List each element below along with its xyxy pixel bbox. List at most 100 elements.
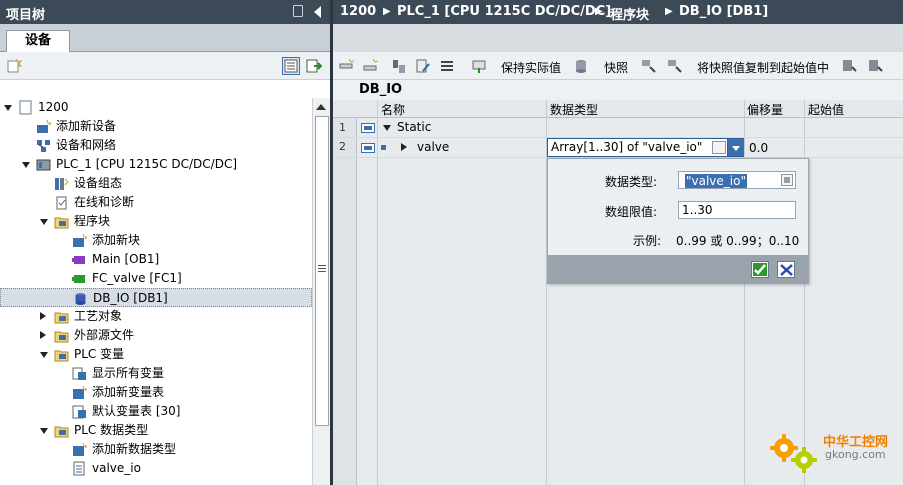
breadcrumb-arrow-icon: ▶ (665, 6, 673, 17)
tree-item[interactable]: valve_io (0, 459, 312, 478)
datatype-field[interactable]: Array[1..30] of "valve_io" (547, 138, 744, 157)
edit-icon[interactable] (415, 58, 431, 74)
chevron-down-icon[interactable] (4, 105, 12, 111)
browse-icon[interactable] (712, 141, 726, 154)
tree-item[interactable]: 程序块 (0, 212, 312, 231)
chevron-down-icon[interactable] (40, 352, 48, 358)
tree-item[interactable]: 外部源文件 (0, 326, 312, 345)
tab-devices[interactable]: 设备 (6, 30, 70, 53)
tree-item-label: 设备和网络 (56, 138, 117, 152)
collapse-arrow-icon[interactable] (401, 143, 407, 151)
tree-item[interactable]: Main [OB1] (0, 250, 312, 269)
project-icon (19, 100, 32, 115)
column-header-start-value[interactable]: 起始值 (808, 101, 844, 118)
collapse-panel-icon[interactable] (314, 6, 321, 18)
tree-item-label: 1200 (38, 100, 69, 114)
datatype-value: Array[1..30] of "valve_io" (551, 140, 703, 154)
column-header-offset[interactable]: 偏移量 (747, 101, 783, 118)
cancel-button[interactable] (777, 261, 795, 278)
db-icon (75, 293, 86, 305)
column-header-datatype[interactable]: 数据类型 (550, 101, 598, 118)
column-header-name[interactable]: 名称 (381, 101, 405, 118)
tree-scrollbar[interactable] (312, 98, 330, 485)
view-icon[interactable] (282, 57, 300, 75)
breadcrumb-item-plc[interactable]: PLC_1 [CPU 1215C DC/DC/DC] (397, 4, 611, 19)
snapshot-button[interactable]: 快照 (604, 59, 628, 76)
add-row-icon[interactable] (363, 58, 379, 74)
add-datatype-icon (73, 442, 87, 456)
db-title: DB_IO (359, 82, 403, 97)
keep-actual-icon[interactable] (471, 58, 487, 74)
dropdown-button[interactable] (727, 139, 744, 156)
folder-icon (54, 426, 69, 438)
tree-item[interactable]: 添加新变量表 (0, 383, 312, 402)
chevron-down-icon[interactable] (40, 428, 48, 434)
row-number: 2 (339, 140, 346, 153)
editor-header-band (333, 24, 903, 52)
datatype-input[interactable]: "valve_io" (678, 171, 796, 189)
copy-snapshot-icon[interactable] (641, 58, 657, 74)
scroll-up-icon[interactable] (316, 104, 326, 110)
tree-item-label: valve_io (92, 461, 141, 475)
breadcrumb-item-program-blocks[interactable]: 程序块 (610, 4, 649, 23)
array-datatype-popup: 数据类型: "valve_io" 数组限值: 1..30 示例: 0..99 或… (547, 158, 809, 284)
breadcrumb: 1200 ▶ PLC_1 [CPU 1215C DC/DC/DC] ▶ 程序块 … (333, 0, 903, 24)
chevron-down-icon[interactable] (40, 219, 48, 225)
tree-item[interactable]: PLC_1 [CPU 1215C DC/DC/DC] (0, 155, 312, 174)
tree-item[interactable]: 添加新块 (0, 231, 312, 250)
row-name[interactable]: Static (397, 118, 431, 137)
list-icon[interactable] (439, 58, 455, 74)
tree-item[interactable]: 设备和网络 (0, 136, 312, 155)
tree-item[interactable]: 1200 (0, 98, 312, 117)
tree-item[interactable]: 显示所有变量 (0, 364, 312, 383)
tree-item[interactable]: 设备组态 (0, 174, 312, 193)
interface-icon (361, 143, 375, 153)
chevron-down-icon[interactable] (22, 162, 30, 168)
apply-snapshot-icon[interactable] (667, 58, 683, 74)
watermark: 中华工控网 gkong.com (768, 428, 898, 478)
monitor-icon[interactable] (391, 58, 407, 74)
copy-snapshot-button[interactable]: 将快照值复制到起始值中 (697, 59, 829, 76)
scroll-thumb[interactable] (315, 116, 329, 426)
breadcrumb-item-db[interactable]: DB_IO [DB1] (679, 4, 768, 19)
insert-row-icon[interactable] (339, 58, 355, 74)
tree-item[interactable]: 工艺对象 (0, 307, 312, 326)
confirm-button[interactable] (751, 261, 769, 278)
array-limits-input[interactable]: 1..30 (678, 201, 796, 219)
chevron-right-icon[interactable] (40, 312, 46, 320)
tree-item[interactable]: PLC 变量 (0, 345, 312, 364)
add-tagtable-icon (73, 385, 87, 399)
breadcrumb-item-project[interactable]: 1200 (340, 4, 376, 19)
breadcrumb-arrow-icon: ▶ (595, 6, 603, 17)
chevron-down-icon (732, 146, 740, 151)
tree-item[interactable]: 添加新设备 (0, 117, 312, 136)
popup-footer (548, 255, 808, 284)
new-item-icon[interactable] (6, 58, 22, 74)
close-icon (780, 264, 793, 276)
row-name[interactable]: valve (417, 138, 449, 157)
tree-item[interactable]: PLC 数据类型 (0, 421, 312, 440)
row-number-column: 1 2 (333, 118, 357, 485)
keep-actual-button[interactable]: 保持实际值 (501, 59, 561, 76)
tree-item[interactable]: 在线和诊断 (0, 193, 312, 212)
tree-item[interactable]: DB_IO [DB1] (0, 288, 312, 307)
grip-icon (318, 265, 326, 266)
table-row[interactable]: Static (357, 118, 903, 137)
tree-item-label: DB_IO [DB1] (93, 291, 168, 305)
load-start-icon[interactable] (842, 58, 858, 74)
folder-icon (54, 217, 69, 229)
tree-item-label: Main [OB1] (92, 252, 160, 266)
pin-icon[interactable] (293, 5, 303, 17)
tree-item[interactable]: 默认变量表 [30] (0, 402, 312, 421)
export-icon[interactable] (306, 58, 322, 74)
list-browse-icon[interactable] (781, 174, 793, 186)
snapshot-icon[interactable] (573, 58, 589, 74)
example-text: 0..99 或 0..99；0..10 (676, 234, 800, 248)
tree-item[interactable]: 添加新数据类型 (0, 440, 312, 459)
tree-item[interactable]: FC_valve [FC1] (0, 269, 312, 288)
db-title-bar: DB_IO (333, 80, 903, 100)
chevron-right-icon[interactable] (40, 331, 46, 339)
load-snapshot-icon[interactable] (868, 58, 884, 74)
expand-arrow-icon[interactable] (383, 125, 391, 131)
show-tags-icon (72, 367, 86, 380)
